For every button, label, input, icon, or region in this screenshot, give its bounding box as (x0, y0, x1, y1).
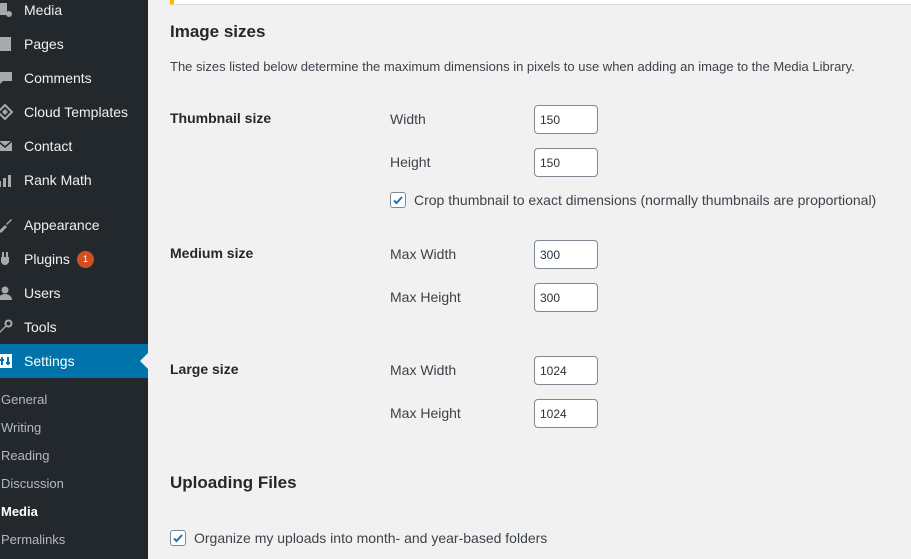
submenu-item-discussion[interactable]: Discussion (1, 476, 64, 491)
menu-item-pages[interactable]: Pages (0, 27, 148, 61)
menu-label-users: Users (24, 285, 61, 301)
menu-label-plugins: Plugins (24, 251, 70, 267)
menu-item-cloud-templates[interactable]: Cloud Templates (0, 95, 148, 129)
menu-label-contact: Contact (24, 138, 73, 154)
medium-height-input[interactable] (534, 283, 598, 312)
checkmark-icon (173, 534, 183, 543)
menu-item-comments[interactable]: Comments (0, 61, 148, 95)
submenu-item-reading[interactable]: Reading (1, 448, 49, 463)
menu-item-appearance[interactable]: Appearance (0, 208, 148, 242)
thumbnail-size-label: Thumbnail size (170, 110, 272, 126)
crop-thumbnail-checkbox[interactable] (390, 192, 406, 208)
pages-icon (0, 36, 14, 52)
menu-label-rank-math: Rank Math (24, 172, 92, 188)
menu-label-comments: Comments (24, 70, 92, 86)
rank-math-icon (0, 172, 14, 188)
thumbnail-width-input[interactable] (534, 105, 598, 134)
medium-width-input[interactable] (534, 240, 598, 269)
menu-label-appearance: Appearance (24, 217, 100, 233)
large-width-label: Max Width (390, 362, 457, 378)
plugins-update-badge: 1 (77, 251, 94, 268)
crop-thumbnail-label[interactable]: Crop thumbnail to exact dimensions (norm… (414, 192, 876, 208)
menu-item-plugins[interactable]: Plugins 1 (0, 242, 148, 276)
menu-label-settings: Settings (24, 353, 75, 369)
plugins-icon (0, 251, 14, 267)
comments-icon (0, 70, 14, 86)
submenu-item-writing[interactable]: Writing (1, 420, 41, 435)
menu-item-tools[interactable]: Tools (0, 310, 148, 344)
menu-label-cloud-templates: Cloud Templates (24, 104, 129, 120)
thumbnail-height-label: Height (390, 154, 431, 170)
admin-sidebar: Media Pages Comments Cloud Templates Con… (0, 0, 148, 559)
thumbnail-height-input[interactable] (534, 148, 598, 177)
menu-item-contact[interactable]: Contact (0, 129, 148, 163)
users-icon (0, 285, 14, 301)
medium-height-label: Max Height (390, 289, 461, 305)
menu-label-pages: Pages (24, 36, 64, 52)
media-icon (0, 2, 14, 18)
checkmark-icon (393, 196, 403, 205)
contact-icon (0, 138, 14, 154)
large-width-input[interactable] (534, 356, 598, 385)
menu-item-settings[interactable]: Settings (0, 344, 148, 378)
medium-size-label: Medium size (170, 245, 254, 261)
image-sizes-heading: Image sizes (170, 22, 266, 41)
appearance-icon (0, 217, 14, 233)
admin-notice-edge (170, 0, 911, 5)
menu-item-media[interactable]: Media (0, 0, 148, 27)
organize-uploads-checkbox[interactable] (170, 530, 186, 546)
large-height-label: Max Height (390, 405, 461, 421)
submenu-item-media[interactable]: Media (1, 504, 38, 519)
submenu-item-permalinks[interactable]: Permalinks (1, 532, 65, 547)
tools-icon (0, 319, 14, 335)
menu-label-tools: Tools (24, 319, 57, 335)
menu-item-rank-math[interactable]: Rank Math (0, 163, 148, 197)
cloud-templates-icon (0, 104, 14, 120)
medium-width-label: Max Width (390, 246, 457, 262)
thumbnail-width-label: Width (390, 111, 426, 127)
uploading-files-heading: Uploading Files (170, 473, 297, 492)
image-sizes-description: The sizes listed below determine the max… (170, 59, 855, 74)
large-height-input[interactable] (534, 399, 598, 428)
organize-uploads-label[interactable]: Organize my uploads into month- and year… (194, 530, 547, 546)
menu-label-media: Media (24, 2, 63, 18)
menu-item-users[interactable]: Users (0, 276, 148, 310)
settings-icon (0, 353, 14, 369)
large-size-label: Large size (170, 361, 239, 377)
submenu-item-general[interactable]: General (1, 392, 47, 407)
